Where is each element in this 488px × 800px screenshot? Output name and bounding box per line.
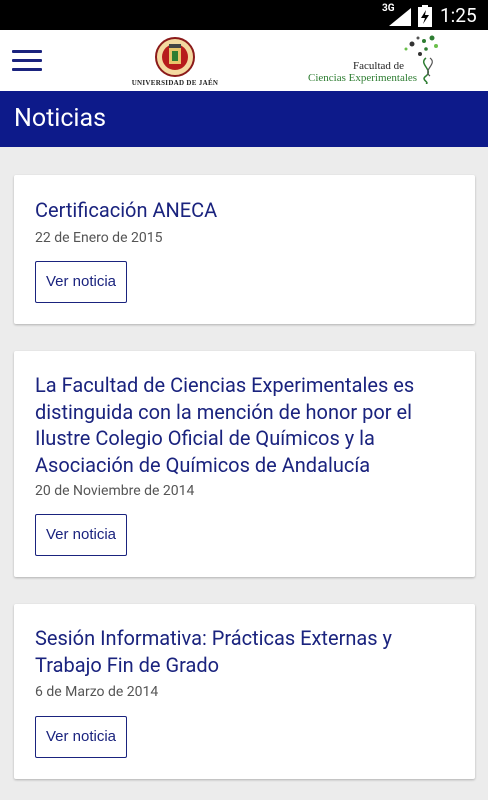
news-date: 6 de Marzo de 2014 [35, 684, 159, 700]
news-title: Sesión Informativa: Prácticas Externas y… [35, 626, 393, 677]
battery-icon [418, 5, 432, 27]
news-title: La Facultad de Ciencias Experimentales e… [35, 373, 415, 477]
news-card: Sesión Informativa: Prácticas Externas y… [14, 604, 475, 779]
page-title: Noticias [14, 104, 107, 133]
hamburger-menu-icon[interactable] [12, 50, 42, 72]
ver-noticia-button[interactable]: Ver noticia [35, 716, 127, 758]
signal-icon [389, 8, 411, 26]
page-title-bar: Noticias [0, 91, 488, 147]
university-seal-icon [155, 37, 195, 77]
news-title: Certificación ANECA [35, 198, 218, 222]
universidad-jaen-logo: UNIVERSIDAD DE JAÉN [130, 34, 220, 90]
news-card: Certificación ANECA 22 de Enero de 2015 … [14, 175, 475, 324]
ver-noticia-button[interactable]: Ver noticia [35, 261, 127, 303]
news-date: 20 de Noviembre de 2014 [35, 483, 195, 499]
news-date: 22 de Enero de 2015 [35, 230, 163, 246]
logo-left-text: UNIVERSIDAD DE JAÉN [131, 79, 219, 87]
clock: 1:25 [440, 4, 477, 27]
news-card: La Facultad de Ciencias Experimentales e… [14, 351, 475, 577]
logo-right-line1: Facultad de [353, 60, 405, 72]
ver-noticia-button[interactable]: Ver noticia [35, 514, 127, 556]
facultad-ciencias-logo: Facultad de Ciencias Experimentales [300, 34, 450, 90]
status-bar: 3G 1:25 [0, 0, 488, 30]
app-bar: UNIVERSIDAD DE JAÉN Facultad de Ciencias… [0, 30, 488, 91]
logo-right-line2: Ciencias Experimentales [308, 72, 418, 84]
